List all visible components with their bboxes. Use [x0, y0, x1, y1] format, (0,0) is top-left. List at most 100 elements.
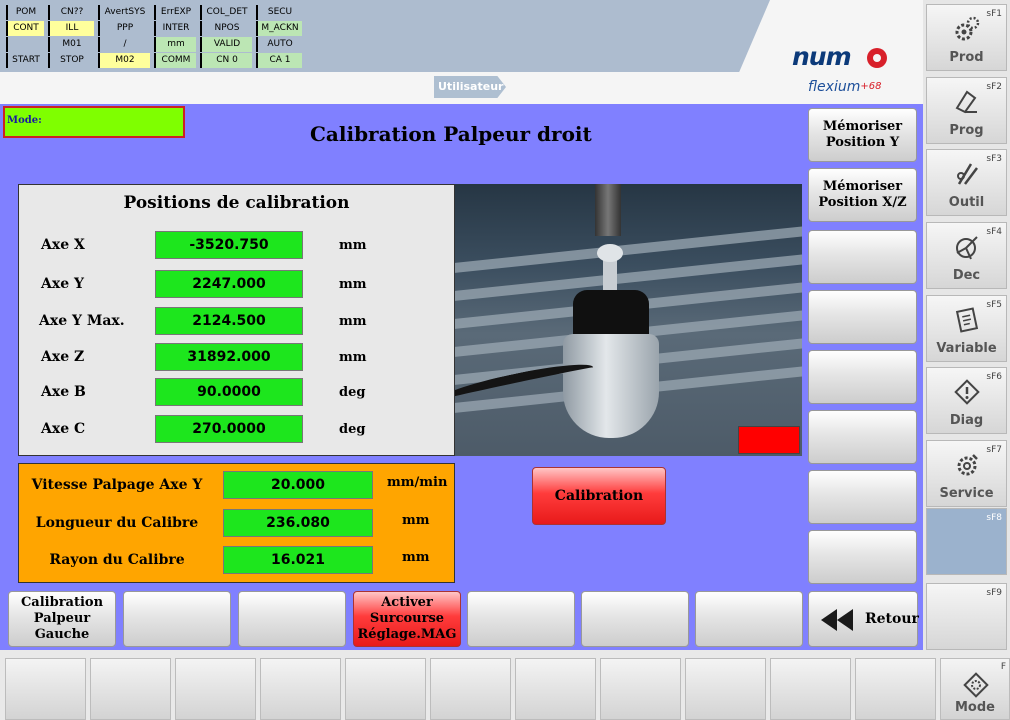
activate-overtravel-button[interactable]: Activer Surcourse Réglage.MAG [353, 591, 461, 647]
status-cell [6, 37, 44, 52]
softkey-bar: F Mode [0, 650, 1010, 720]
softkey-3[interactable] [175, 658, 256, 720]
product-text: flexium [808, 79, 861, 95]
status-cell: POM [6, 5, 44, 20]
status-cell: COL_DET [200, 5, 252, 20]
softkey-8[interactable] [600, 658, 681, 720]
axis-unit: mm [339, 238, 367, 253]
fkey-sf8[interactable]: sF8 [926, 508, 1007, 575]
status-cell: M02 [98, 53, 150, 68]
probe-neck [573, 290, 649, 340]
program-edit-icon [955, 90, 977, 114]
mode-indicator: Mode: [3, 106, 185, 138]
status-cell: AvertSYS [98, 5, 150, 20]
status-cell: VALID [200, 37, 252, 52]
fkey-code: sF3 [986, 154, 1002, 164]
bottom-button-row: Calibration Palpeur Gauche Activer Surco… [8, 591, 919, 647]
page-title: Calibration Palpeur droit [310, 122, 592, 146]
fkey-label: Prog [949, 123, 984, 138]
spindle [595, 184, 621, 236]
axis-b-value: 90.0000 [155, 378, 303, 406]
side-button-empty[interactable] [808, 470, 917, 524]
fkey-variable[interactable]: sF5 Variable [926, 295, 1007, 362]
bottom-button-empty[interactable] [581, 591, 689, 647]
fkey-outil[interactable]: sF3 Outil [926, 149, 1007, 216]
softkey-5[interactable] [345, 658, 426, 720]
diagnostic-icon [954, 379, 980, 405]
gears-icon [955, 16, 980, 41]
side-button-empty[interactable] [808, 350, 917, 404]
axis-label: Axe X [41, 237, 85, 253]
calibration-button[interactable]: Calibration [532, 467, 666, 525]
status-cell: SECU [256, 5, 302, 20]
logo-text: num [792, 42, 852, 71]
memorize-position-xz-button[interactable]: Mémoriser Position X/Z [808, 168, 917, 222]
retour-button[interactable]: Retour [808, 591, 919, 647]
softkey-6[interactable] [430, 658, 511, 720]
axis-label: Axe Y Max. [39, 313, 125, 329]
probe-ball [597, 244, 623, 262]
side-button-empty[interactable] [808, 410, 917, 464]
status-cell: COMM [154, 53, 196, 68]
axis-row-z: Axe Z 31892.000 mm [19, 343, 454, 371]
status-cell: START [6, 53, 44, 68]
axis-row-x: Axe X -3520.750 mm [19, 231, 454, 259]
bottom-button-empty[interactable] [123, 591, 231, 647]
status-cell: STOP [48, 53, 94, 68]
softkey-10[interactable] [770, 658, 851, 720]
axis-row-c: Axe C 270.0000 deg [19, 415, 454, 443]
num-logo: num [792, 43, 894, 71]
param-row-length: Longueur du Calibre 236.080 mm [19, 509, 454, 537]
fkey-service[interactable]: sF7 Service [926, 440, 1007, 507]
probe-speed-field[interactable]: 20.000 [223, 471, 373, 499]
tool-icon [957, 163, 978, 185]
side-button-empty[interactable] [808, 290, 917, 344]
probe-camera-image [455, 184, 802, 456]
user-tab[interactable]: Utilisateur [434, 76, 506, 98]
status-cell: PPP [98, 21, 150, 36]
axis-c-value: 270.0000 [155, 415, 303, 443]
status-grid: POM CN?? AvertSYS ErrEXP COL_DET SECU CONT ILL P… [6, 5, 302, 68]
bottom-button-empty[interactable] [695, 591, 803, 647]
param-unit: mm [402, 550, 430, 565]
axis-unit: mm [339, 314, 367, 329]
variable-doc-icon [955, 307, 979, 333]
fkey-label: Variable [936, 341, 997, 356]
side-button-empty[interactable] [808, 530, 917, 584]
status-cell: ErrEXP [154, 5, 196, 20]
gauge-radius-field[interactable]: 16.021 [223, 546, 373, 574]
fkey-prog[interactable]: sF2 Prog [926, 77, 1007, 144]
fkey-dec[interactable]: sF4 Dec [926, 222, 1007, 289]
bottom-button-empty[interactable] [238, 591, 346, 647]
axis-row-b: Axe B 90.0000 deg [19, 378, 454, 406]
positions-heading: Positions de calibration [123, 193, 350, 213]
softkey-2[interactable] [90, 658, 171, 720]
axis-label: Axe C [41, 421, 86, 437]
fkey-sf9[interactable]: sF9 [926, 583, 1007, 650]
probe-parameters-panel: Vitesse Palpage Axe Y 20.000 mm/min Long… [18, 463, 455, 583]
fkey-prod[interactable]: sF1 Prod [926, 4, 1007, 71]
axis-unit: mm [339, 350, 367, 365]
param-row-speed: Vitesse Palpage Axe Y 20.000 mm/min [19, 471, 454, 499]
param-label: Rayon du Calibre [49, 552, 185, 568]
fkey-diag[interactable]: sF6 Diag [926, 367, 1007, 434]
fkey-label: Prod [949, 50, 984, 65]
softkey-7[interactable] [515, 658, 596, 720]
param-label: Vitesse Palpage Axe Y [31, 477, 203, 493]
mode-key-code: F [1000, 662, 1006, 672]
calibrate-left-probe-button[interactable]: Calibration Palpeur Gauche [8, 591, 116, 647]
memorize-position-y-button[interactable]: Mémoriser Position Y [808, 108, 917, 162]
axis-y-value: 2247.000 [155, 270, 303, 298]
machine-status-panel: POM CN?? AvertSYS ErrEXP COL_DET SECU CONT ILL P… [0, 0, 770, 72]
softkey-11[interactable] [855, 658, 936, 720]
softkey-1[interactable] [5, 658, 86, 720]
fkey-code: sF8 [986, 513, 1002, 523]
gauge-length-field[interactable]: 236.080 [223, 509, 373, 537]
softkey-4[interactable] [260, 658, 341, 720]
main-panel: Mode: Calibration Palpeur droit Position… [0, 104, 923, 650]
bottom-button-empty[interactable] [467, 591, 575, 647]
status-cell: AUTO [256, 37, 302, 52]
softkey-9[interactable] [685, 658, 766, 720]
mode-key[interactable]: F Mode [940, 658, 1010, 720]
side-button-empty[interactable] [808, 230, 917, 284]
